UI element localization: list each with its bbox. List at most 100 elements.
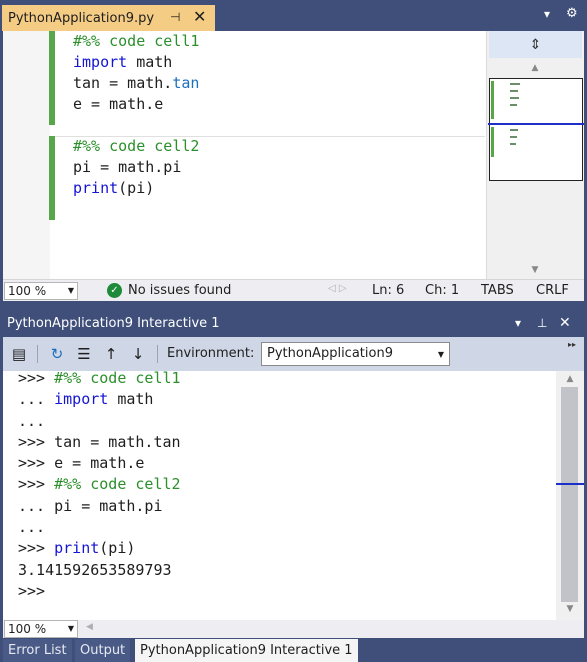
code-token: tan = math. <box>73 74 173 92</box>
environment-value: PythonApplication9 <box>267 346 393 361</box>
code-line: tan = math.tan <box>73 73 199 94</box>
scroll-up-arrow-icon[interactable]: ▲ <box>556 374 584 384</box>
code-token: 3.141592653589793 <box>18 560 172 579</box>
code-minimap[interactable] <box>488 78 584 181</box>
scrollbar-thumb[interactable] <box>561 387 578 602</box>
overview-scrollbar[interactable]: ⇕ ▲ ▼ <box>486 31 584 279</box>
minimap-line <box>510 143 516 145</box>
tab-list-dropdown-icon[interactable]: ▾ <box>544 7 550 21</box>
minimap-change-bar <box>491 81 494 119</box>
code-token: print <box>54 539 100 558</box>
repl-output-lines[interactable]: >>> #%% code cell1... import math... >>> … <box>18 368 181 602</box>
line-number: Ln: 6 <box>372 283 405 298</box>
interactive-window-header: PythonApplication9 Interactive 1 ▾ ⊥ ✕ <box>0 311 587 337</box>
code-token: >>> <box>18 475 55 494</box>
code-token: ... <box>18 518 46 537</box>
clear-screen-icon[interactable]: ☰ <box>74 344 94 364</box>
repl-line: ... <box>18 411 181 432</box>
repl-line: >>> <box>18 581 181 602</box>
scroll-left-arrow-icon[interactable]: ◀ <box>86 622 93 632</box>
code-token: math <box>127 53 173 71</box>
document-tab[interactable]: PythonApplication9.py ⊣ ✕ <box>2 5 215 31</box>
column-number: Ch: 1 <box>425 283 460 298</box>
restart-icon[interactable]: ↻ <box>47 344 67 364</box>
toolbar-separator <box>37 345 38 363</box>
scroll-down-arrow-icon[interactable]: ▼ <box>556 604 584 614</box>
tab-error-list[interactable]: Error List <box>3 639 72 662</box>
tool-window-tabs: Error List Output PythonApplication9 Int… <box>0 639 587 662</box>
repl-vertical-scrollbar[interactable]: ▲ ▼ <box>556 371 584 620</box>
chevron-down-icon: ▼ <box>67 286 74 295</box>
repl-line: ... <box>18 517 181 538</box>
code-token: >>> e = math.e <box>18 454 145 473</box>
history-up-arrow-icon[interactable]: ↑ <box>101 344 121 364</box>
change-bar-cell2 <box>49 136 55 220</box>
code-line: #%% code cell2 <box>73 136 199 157</box>
repl-line: ... import math <box>18 389 181 410</box>
split-icon: ⇕ <box>529 36 542 53</box>
reset-window-icon[interactable]: ▤ <box>9 344 29 364</box>
repl-zoom-bar: 100 % ▼ ◀ <box>3 620 584 638</box>
chevron-down-icon: ▼ <box>437 350 444 359</box>
code-token: tan <box>172 74 200 92</box>
code-token: >>> <box>18 581 46 600</box>
code-token: #%% code cell1 <box>73 32 200 50</box>
minimap-line <box>510 90 518 92</box>
check-circle-icon: ✓ <box>107 283 122 298</box>
history-down-arrow-icon[interactable]: ↓ <box>128 344 148 364</box>
document-tab-title: PythonApplication9.py <box>8 10 155 26</box>
pin-icon[interactable]: ⊥ <box>537 316 547 330</box>
code-token: ... <box>18 411 46 430</box>
repl-zoom-select[interactable]: 100 % ▼ <box>4 620 78 638</box>
interactive-repl[interactable]: >>> #%% code cell1... import math... >>> … <box>3 368 584 620</box>
change-bar-cell1 <box>49 31 55 125</box>
code-token: (pi) <box>118 179 155 197</box>
issues-status[interactable]: No issues found <box>128 283 231 298</box>
editor-zoom-select[interactable]: 100 % ▼ <box>4 282 78 300</box>
minimap-line <box>510 104 517 106</box>
repl-line: >>> #%% code cell2 <box>18 474 181 495</box>
close-icon[interactable]: ✕ <box>559 315 571 331</box>
tab-output[interactable]: Output <box>75 639 131 662</box>
pin-icon[interactable]: ⊣ <box>170 10 180 24</box>
toolbar-separator <box>157 345 158 363</box>
environment-select[interactable]: PythonApplication9 ▼ <box>261 342 450 366</box>
window-menu-dropdown-icon[interactable]: ▾ <box>515 316 521 330</box>
split-editor-button[interactable]: ⇕ <box>489 31 582 58</box>
code-token: e = math.e <box>73 95 164 113</box>
scroll-up-arrow-icon[interactable]: ▲ <box>487 63 583 73</box>
toolbar-overflow-icon[interactable]: ▸▸ <box>568 340 576 349</box>
repl-zoom-value: 100 % <box>8 622 47 636</box>
minimap-caret-marker <box>488 123 584 125</box>
issue-navigation-arrows-icon[interactable]: ◁ ▷ <box>328 283 347 294</box>
indent-mode[interactable]: TABS <box>481 283 514 298</box>
code-editor[interactable]: #%% code cell1 import math tan = math.tan e… <box>3 31 584 279</box>
tab-interactive[interactable]: PythonApplication9 Interactive 1 <box>135 639 358 662</box>
line-ending[interactable]: CRLF <box>536 283 569 298</box>
editor-code-lines[interactable]: #%% code cell1 import math tan = math.tan e… <box>73 31 199 199</box>
code-token: #%% code cell2 <box>73 137 200 155</box>
scrollbar-caret-marker <box>556 483 584 485</box>
editor-gutter <box>3 31 50 279</box>
close-icon[interactable]: ✕ <box>193 7 206 26</box>
code-token: import <box>54 390 109 409</box>
code-token: #%% code cell2 <box>54 475 181 494</box>
code-line: import math <box>73 52 199 73</box>
repl-line: 3.141592653589793 <box>18 560 181 581</box>
gear-icon[interactable]: ⚙ <box>566 6 578 21</box>
minimap-line <box>510 97 519 99</box>
scroll-down-arrow-icon[interactable]: ▼ <box>487 265 583 275</box>
code-line: pi = math.pi <box>73 157 199 178</box>
editor-zoom-value: 100 % <box>8 284 47 298</box>
minimap-line <box>510 83 520 85</box>
document-tab-strip: PythonApplication9.py ⊣ ✕ ▾ ⚙ <box>0 0 587 31</box>
editor-status-bar: 100 % ▼ ✓ No issues found ◁ ▷ Ln: 6 Ch: … <box>3 279 584 301</box>
code-token: >>> tan = math.tan <box>18 432 181 451</box>
interactive-toolbar: ▤ ↻ ☰ ↑ ↓ Environment: PythonApplication… <box>3 337 584 371</box>
interactive-window-title: PythonApplication9 Interactive 1 <box>7 316 220 331</box>
repl-line: ... pi = math.pi <box>18 496 181 517</box>
repl-line: >>> e = math.e <box>18 453 181 474</box>
code-line: e = math.e <box>73 94 199 115</box>
repl-line: >>> tan = math.tan <box>18 432 181 453</box>
